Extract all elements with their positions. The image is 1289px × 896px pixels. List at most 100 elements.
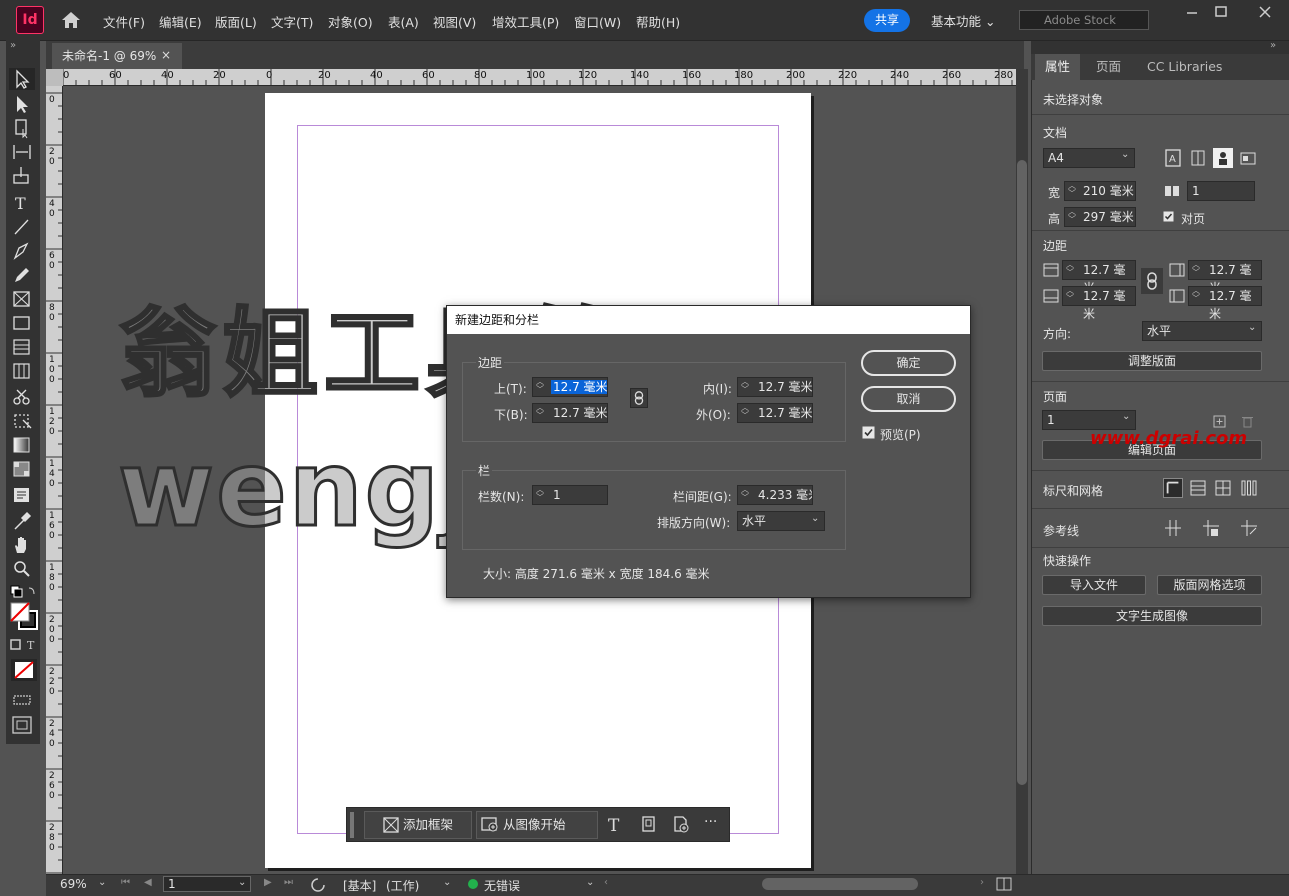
delete-page-icon[interactable]	[1241, 415, 1254, 428]
inside-margin-stepper[interactable]: ︿ ﹀	[738, 378, 752, 396]
pages-icon[interactable]	[640, 815, 658, 833]
line-tool-icon[interactable]	[9, 216, 35, 238]
layout-grid-options-button[interactable]: 版面网格选项	[1157, 575, 1262, 595]
rectangle-tool-icon[interactable]	[9, 312, 35, 334]
horizontal-scroll-thumb[interactable]	[762, 878, 918, 890]
scissors-tool-icon[interactable]	[9, 386, 35, 408]
intent-web-icon[interactable]	[1188, 148, 1208, 168]
ruler-origin[interactable]	[46, 69, 63, 86]
layout-grid-icon[interactable]	[1239, 478, 1259, 498]
ruler-icon[interactable]	[1163, 478, 1183, 498]
menu-plugins[interactable]: 增效工具(P)	[492, 12, 559, 31]
screen-mode-icon[interactable]	[9, 688, 35, 710]
cancel-button[interactable]: 取消	[861, 386, 956, 412]
stock-search-input[interactable]: Adobe Stock	[1019, 10, 1149, 30]
chain-link-icon[interactable]	[630, 388, 648, 408]
tab-cc-libraries[interactable]: CC Libraries	[1137, 54, 1232, 80]
link-margins-icon[interactable]	[1141, 268, 1163, 294]
smart-guides-icon[interactable]	[1201, 518, 1221, 538]
menu-edit[interactable]: 编辑(E)	[159, 12, 202, 31]
chevron-down-icon[interactable]: ⌄	[98, 877, 106, 888]
margin-inside-stepper[interactable]: ︿ ﹀	[1189, 261, 1203, 279]
add-frame-button[interactable]: 添加框架	[364, 811, 472, 839]
note-tool-icon[interactable]	[9, 484, 35, 506]
next-page-icon[interactable]: ▶	[264, 877, 272, 888]
fill-stroke-swatch-icon[interactable]	[9, 601, 39, 631]
landscape-orientation-icon[interactable]	[1238, 148, 1258, 168]
text-to-image-button[interactable]: 文字生成图像	[1042, 606, 1262, 626]
chevron-down-icon[interactable]: ⌄	[238, 877, 246, 888]
hand-tool-icon[interactable]	[9, 534, 35, 556]
gutter-stepper[interactable]: ︿ ﹀	[738, 486, 752, 504]
split-window-icon[interactable]	[996, 877, 1012, 891]
close-icon[interactable]	[1254, 4, 1276, 20]
text-frame-icon[interactable]: T	[606, 815, 624, 833]
collapse-panel-icon[interactable]: »	[1270, 40, 1276, 51]
home-icon[interactable]	[60, 10, 82, 30]
zoom-tool-icon[interactable]	[9, 558, 35, 580]
task-bar-grip[interactable]	[350, 812, 354, 838]
page-width-stepper[interactable]: ︿ ﹀	[1065, 182, 1079, 200]
outside-margin-stepper[interactable]: ︿ ﹀	[738, 404, 752, 422]
margin-outside-stepper[interactable]: ︿ ﹀	[1189, 287, 1203, 305]
minimize-icon[interactable]	[1181, 4, 1203, 20]
document-grid-icon[interactable]	[1213, 478, 1233, 498]
orientation-select[interactable]: 水平	[1142, 321, 1262, 341]
page-tool-icon[interactable]	[9, 117, 35, 139]
view-mode-icon[interactable]	[9, 714, 35, 736]
more-options-icon[interactable]: ···	[704, 814, 717, 830]
menu-object[interactable]: 对象(O)	[328, 12, 373, 31]
previous-page-icon[interactable]: ◀	[144, 877, 152, 888]
direct-selection-tool-icon[interactable]	[9, 93, 35, 115]
menu-view[interactable]: 视图(V)	[433, 12, 476, 31]
chevron-down-icon[interactable]: ⌄	[586, 877, 594, 888]
content-collector-icon[interactable]	[9, 165, 35, 187]
preflight-icon[interactable]	[310, 877, 326, 893]
workspace-switcher[interactable]: 基本功能 ⌄	[931, 11, 995, 30]
scroll-left-icon[interactable]: ‹	[604, 877, 608, 888]
facing-pages-checkbox[interactable]	[1163, 211, 1174, 222]
eyedropper-tool-icon[interactable]	[9, 510, 35, 532]
import-file-button[interactable]: 导入文件	[1042, 575, 1146, 595]
gradient-swatch-tool-icon[interactable]	[9, 434, 35, 456]
zoom-level[interactable]: 69%	[60, 877, 87, 891]
margin-top-stepper[interactable]: ︿ ﹀	[1063, 261, 1077, 279]
formatting-affects-icon[interactable]: T	[9, 638, 39, 652]
intent-print-icon[interactable]: A	[1163, 148, 1183, 168]
page-count-input[interactable]: 1	[1187, 181, 1255, 201]
page-height-stepper[interactable]: ︿ ﹀	[1065, 208, 1079, 226]
rectangle-frame-tool-icon[interactable]	[9, 288, 35, 310]
preview-checkbox[interactable]	[862, 426, 875, 439]
menu-help[interactable]: 帮助(H)	[636, 12, 680, 31]
pen-tool-icon[interactable]	[9, 240, 35, 262]
add-page-icon[interactable]	[1213, 415, 1226, 428]
tab-close-icon[interactable]: ×	[161, 48, 171, 62]
baseline-grid-icon[interactable]	[1188, 478, 1208, 498]
tab-pages[interactable]: 页面	[1086, 54, 1131, 80]
horizontal-ruler[interactable]: 0 60 40 20 0 20 40 60 80 100 120 140 160…	[46, 69, 1016, 86]
vertical-grid-tool-icon[interactable]	[9, 360, 35, 382]
top-margin-stepper[interactable]: ︿ ﹀	[533, 378, 547, 396]
swap-colors-icon[interactable]	[9, 584, 37, 600]
chevron-down-icon[interactable]: ⌄	[443, 877, 451, 888]
column-count-stepper[interactable]: ︿ ﹀	[533, 486, 547, 504]
gap-tool-icon[interactable]	[9, 141, 35, 163]
pencil-tool-icon[interactable]	[9, 264, 35, 286]
bottom-margin-stepper[interactable]: ︿ ﹀	[533, 404, 547, 422]
maximize-icon[interactable]	[1210, 4, 1232, 20]
tab-properties[interactable]: 属性	[1035, 54, 1081, 80]
selection-tool-icon[interactable]	[9, 68, 35, 90]
horizontal-grid-tool-icon[interactable]	[9, 336, 35, 358]
add-page-icon[interactable]	[672, 815, 690, 833]
gradient-feather-tool-icon[interactable]	[9, 458, 35, 480]
first-page-icon[interactable]: ⏮	[121, 877, 130, 888]
lock-guides-icon[interactable]	[1239, 518, 1259, 538]
guides-show-icon[interactable]	[1163, 518, 1183, 538]
margin-bottom-stepper[interactable]: ︿ ﹀	[1063, 287, 1077, 305]
menu-type[interactable]: 文字(T)	[271, 12, 313, 31]
portrait-orientation-icon[interactable]	[1213, 148, 1233, 168]
menu-window[interactable]: 窗口(W)	[574, 12, 621, 31]
scroll-right-icon[interactable]: ›	[980, 877, 984, 888]
vertical-scroll-thumb[interactable]	[1017, 160, 1027, 785]
collapse-tools-icon[interactable]: »	[10, 40, 16, 51]
